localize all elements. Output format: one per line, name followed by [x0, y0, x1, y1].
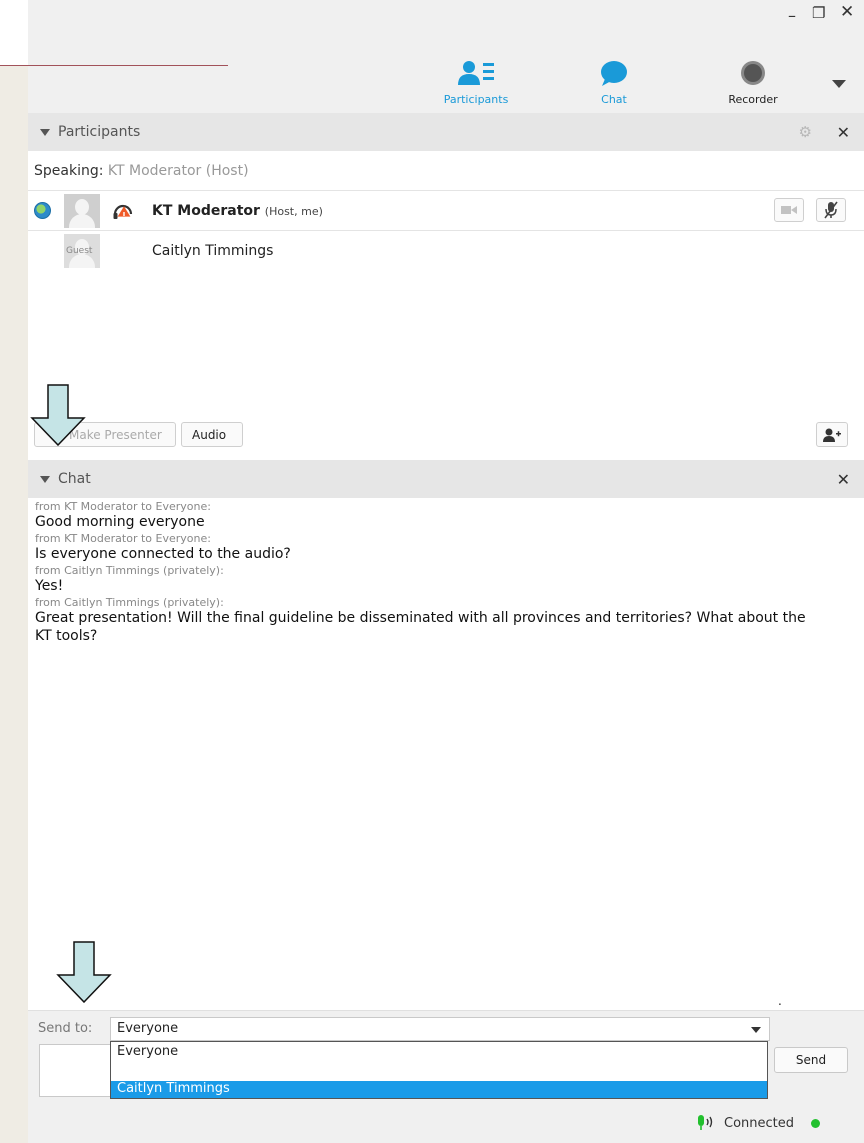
more-options-chevron-icon[interactable]	[832, 80, 846, 88]
chat-panel-title: Chat	[58, 471, 91, 487]
participants-panel-title: Participants	[58, 124, 141, 140]
send-area: Send to: Everyone Everyone Caitlyn Timmi…	[28, 1010, 864, 1105]
audio-label: Audio	[192, 427, 227, 442]
chevron-down-icon	[751, 1027, 761, 1033]
record-icon	[741, 61, 765, 85]
status-bar: Connected	[28, 1105, 864, 1143]
chat-panel-header[interactable]: Chat ✕	[28, 460, 864, 498]
send-to-label: Send to:	[38, 1021, 93, 1036]
participant-name: KT Moderator (Host, me)	[152, 203, 323, 219]
participants-icon	[458, 61, 494, 85]
chat-message: from KT Moderator to Everyone: Good morn…	[35, 500, 815, 531]
mute-button[interactable]	[816, 198, 846, 222]
collapse-triangle-icon[interactable]	[40, 128, 50, 136]
chat-message-list: from KT Moderator to Everyone: Good morn…	[35, 500, 815, 646]
chat-tool-label: Chat	[601, 93, 627, 106]
participant-name: Caitlyn Timmings	[152, 243, 274, 259]
status-globe-icon	[34, 202, 51, 219]
gear-icon[interactable]: ⚙	[799, 123, 812, 141]
chat-message-meta: from Caitlyn Timmings (privately):	[35, 596, 224, 609]
chat-bubble-icon	[601, 61, 627, 86]
speaking-label: Speaking:	[34, 163, 104, 179]
microphone-muted-icon	[824, 201, 838, 219]
chat-message: from KT Moderator to Everyone: Is everyo…	[35, 532, 815, 563]
send-to-select[interactable]: Everyone	[110, 1017, 770, 1041]
participants-tool-label: Participants	[443, 93, 509, 106]
send-to-selected-value: Everyone	[117, 1021, 179, 1036]
minimize-button[interactable]: –	[788, 6, 796, 25]
chat-message-text: Is everyone connected to the audio?	[35, 546, 291, 562]
chat-message-meta: from Caitlyn Timmings (privately):	[35, 564, 224, 577]
left-background-strip	[0, 65, 28, 1143]
add-participant-button[interactable]	[816, 422, 848, 447]
participant-row[interactable]: KT Moderator (Host, me)	[28, 191, 864, 231]
video-button[interactable]	[774, 198, 804, 222]
participants-panel: Speaking: KT Moderator (Host) KT Moderat…	[28, 151, 864, 460]
participants-tool-button[interactable]: Participants	[436, 60, 516, 106]
send-button-label: Send	[795, 1053, 827, 1067]
audio-button[interactable]: Audio	[181, 422, 243, 447]
participant-name-text: KT Moderator	[152, 203, 260, 219]
recorder-tool-label: Recorder	[728, 93, 778, 106]
participant-row[interactable]: Guest Caitlyn Timmings	[28, 231, 864, 271]
avatar	[64, 194, 100, 228]
speaking-name: KT Moderator (Host)	[107, 163, 249, 179]
send-button[interactable]: Send	[774, 1047, 848, 1073]
dropdown-option-everyone[interactable]: Everyone	[117, 1044, 178, 1059]
maximize-button[interactable]: ❐	[812, 4, 825, 22]
close-window-button[interactable]: ✕	[840, 2, 854, 22]
microphone-active-icon	[698, 1115, 713, 1130]
headset-warning-icon	[113, 204, 133, 219]
chat-message-meta: from KT Moderator to Everyone:	[35, 532, 211, 545]
chat-message-text: Yes!	[35, 578, 64, 594]
participants-panel-header[interactable]: Participants ⚙ ✕	[28, 113, 864, 151]
top-rule-line	[0, 65, 228, 66]
connected-status-dot	[811, 1119, 820, 1128]
down-arrow-icon	[56, 941, 112, 1003]
chat-message: from Caitlyn Timmings (privately): Great…	[35, 596, 815, 645]
send-to-dropdown-list: Everyone Caitlyn Timmings	[110, 1041, 768, 1099]
dropdown-option-caitlyn-timmings[interactable]: Caitlyn Timmings	[111, 1081, 767, 1098]
chat-message-input[interactable]	[39, 1044, 111, 1097]
avatar-guest-tag: Guest	[66, 246, 93, 256]
video-camera-icon	[781, 206, 797, 214]
chat-tool-button[interactable]: Chat	[590, 60, 638, 106]
chat-trailing-dot: .	[778, 994, 782, 1008]
participant-role: (Host, me)	[264, 205, 323, 218]
connection-status-text: Connected	[724, 1116, 795, 1131]
chat-message-text: Good morning everyone	[35, 514, 205, 530]
chat-message: from Caitlyn Timmings (privately): Yes!	[35, 564, 815, 595]
chat-message-meta: from KT Moderator to Everyone:	[35, 500, 211, 513]
chat-panel: from KT Moderator to Everyone: Good morn…	[28, 498, 864, 1010]
add-user-icon	[823, 428, 841, 442]
chat-message-text: Great presentation! Will the final guide…	[35, 610, 806, 644]
recorder-tool-button[interactable]: Recorder	[718, 60, 788, 106]
down-arrow-icon	[30, 384, 86, 446]
speaking-indicator: Speaking: KT Moderator (Host)	[34, 163, 249, 179]
collapse-triangle-icon[interactable]	[40, 475, 50, 483]
close-participants-panel-button[interactable]: ✕	[837, 123, 850, 142]
close-chat-panel-button[interactable]: ✕	[837, 470, 850, 489]
avatar: Guest	[64, 234, 100, 268]
